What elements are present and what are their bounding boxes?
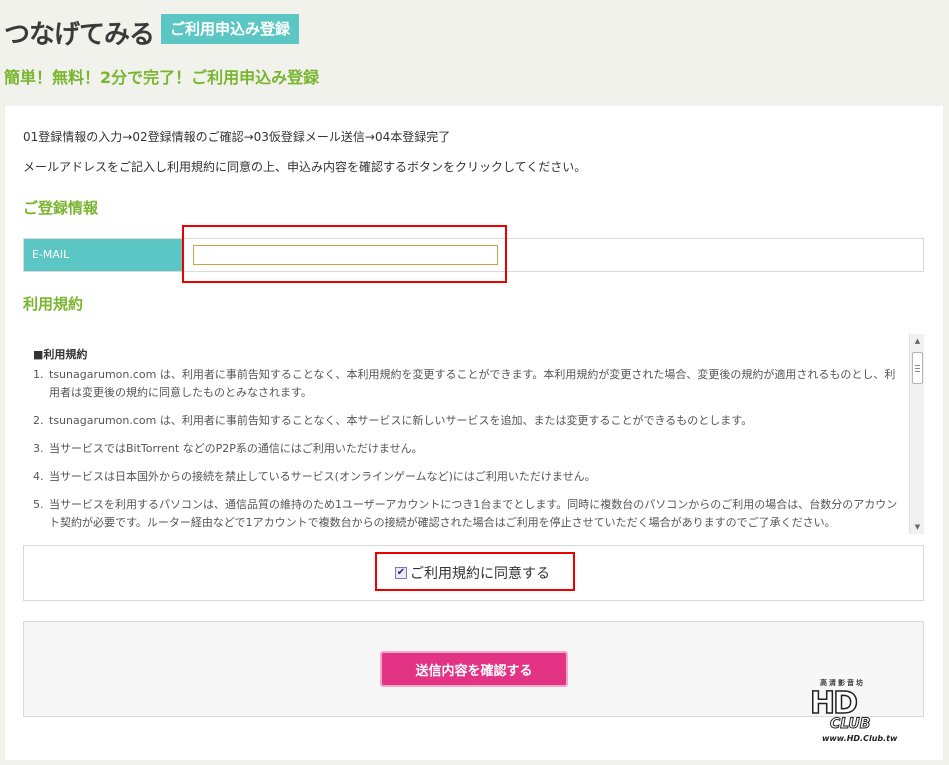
page-tag: ご利用申込み登録 — [161, 14, 300, 44]
page-header: つなげてみる ご利用申込み登録 簡単！無料！2分で完了！ご利用申込み登録 — [0, 0, 949, 100]
terms-item-text: tsunagarumon.com は、利用者に事前告知することなく、本利用規約を… — [49, 368, 896, 399]
watermark-club-text: CLUB — [829, 716, 871, 733]
terms-item-number: 4. — [33, 470, 44, 483]
terms-item-text: tsunagarumon.com は、利用者に事前告知することなく、本サービスに… — [49, 414, 753, 427]
email-label: E-MAIL — [24, 239, 184, 271]
grip-line-icon — [915, 371, 920, 372]
email-highlight-frame — [182, 225, 507, 283]
terms-item: 3. 当サービスではBitTorrent などのP2P系の通信にはご利用いただけ… — [33, 440, 898, 458]
terms-item-number: 5. — [33, 498, 44, 511]
terms-item-text: 当サービスは日本国外からの接続を禁止しているサービス(オンラインゲームなど)には… — [49, 470, 596, 483]
step-indicator: 01登録情報の入力→02登録情報のご確認→03仮登録メール送信→04本登録完了 — [23, 130, 451, 144]
terms-item: 2. tsunagarumon.com は、利用者に事前告知することなく、本サー… — [33, 412, 898, 430]
page-subtitle: 簡単！無料！2分で完了！ご利用申込み登録 — [4, 68, 320, 87]
grip-line-icon — [915, 365, 920, 366]
terms-item: 4. 当サービスは日本国外からの接続を禁止しているサービス(オンラインゲームなど… — [33, 468, 898, 486]
main-panel: 01登録情報の入力→02登録情報のご確認→03仮登録メール送信→04本登録完了 … — [5, 106, 943, 760]
registration-section-title: ご登録情報 — [23, 199, 99, 217]
scroll-up-arrow-icon[interactable]: ▲ — [910, 334, 924, 348]
instructions-text: メールアドレスをご記入し利用規約に同意の上、申込み内容を確認するボタンをクリック… — [23, 160, 587, 174]
watermark-url-text: www.HD.Club.tw — [822, 734, 898, 743]
terms-item-number: 2. — [33, 414, 44, 427]
terms-item: 5. 当サービスを利用するパソコンは、通信品質の維持のため1ユーザーアカウントに… — [33, 496, 898, 532]
terms-section-title: 利用規約 — [23, 295, 84, 313]
terms-item-text: 当サービスを利用するパソコンは、通信品質の維持のため1ユーザーアカウントにつき1… — [49, 498, 898, 529]
terms-content: ■利用規約 1. tsunagarumon.com は、利用者に事前告知すること… — [33, 346, 898, 534]
watermark-logo: 高清影音坊 HD CLUB www.HD.Club.tw — [808, 678, 903, 746]
brand-logo[interactable]: つなげてみる — [4, 14, 155, 51]
agree-highlight-frame — [375, 552, 575, 591]
terms-scroll-box[interactable]: ■利用規約 1. tsunagarumon.com は、利用者に事前告知すること… — [23, 334, 924, 534]
terms-heading: ■利用規約 — [33, 348, 88, 361]
submit-area: 送信内容を確認する — [23, 621, 924, 717]
terms-item-number: 3. — [33, 442, 44, 455]
terms-scrollbar[interactable]: ▲ ▼ — [909, 334, 924, 534]
scroll-thumb[interactable] — [912, 352, 923, 384]
terms-item: 1. tsunagarumon.com は、利用者に事前告知することなく、本利用… — [33, 366, 898, 402]
confirm-submit-button[interactable]: 送信内容を確認する — [380, 651, 568, 687]
terms-item-text: 当サービスではBitTorrent などのP2P系の通信にはご利用いただけません… — [49, 442, 423, 455]
terms-item-number: 1. — [33, 368, 44, 381]
terms-list: 1. tsunagarumon.com は、利用者に事前告知することなく、本利用… — [33, 366, 898, 532]
scroll-down-arrow-icon[interactable]: ▼ — [910, 520, 924, 534]
grip-line-icon — [915, 368, 920, 369]
